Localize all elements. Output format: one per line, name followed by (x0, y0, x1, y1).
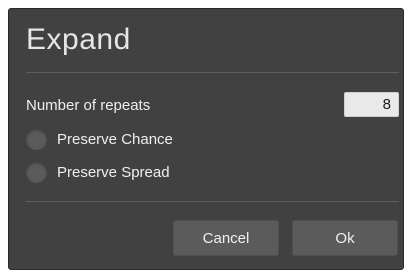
footer-divider (26, 201, 399, 202)
preserve-chance-label: Preserve Chance (57, 130, 173, 148)
dialog-title: Expand (26, 23, 131, 56)
cancel-button[interactable]: Cancel (173, 220, 279, 256)
preserve-spread-option[interactable]: Preserve Spread (26, 161, 170, 183)
expand-dialog: Expand Number of repeats 8 Preserve Chan… (8, 8, 404, 270)
preserve-spread-radio[interactable] (26, 161, 47, 183)
preserve-spread-label: Preserve Spread (57, 163, 170, 181)
preserve-chance-option[interactable]: Preserve Chance (26, 128, 173, 150)
preserve-chance-radio[interactable] (26, 128, 47, 150)
repeats-label: Number of repeats (26, 97, 151, 114)
title-divider (26, 72, 399, 73)
repeats-input[interactable]: 8 (344, 92, 399, 117)
ok-button[interactable]: Ok (292, 220, 398, 256)
